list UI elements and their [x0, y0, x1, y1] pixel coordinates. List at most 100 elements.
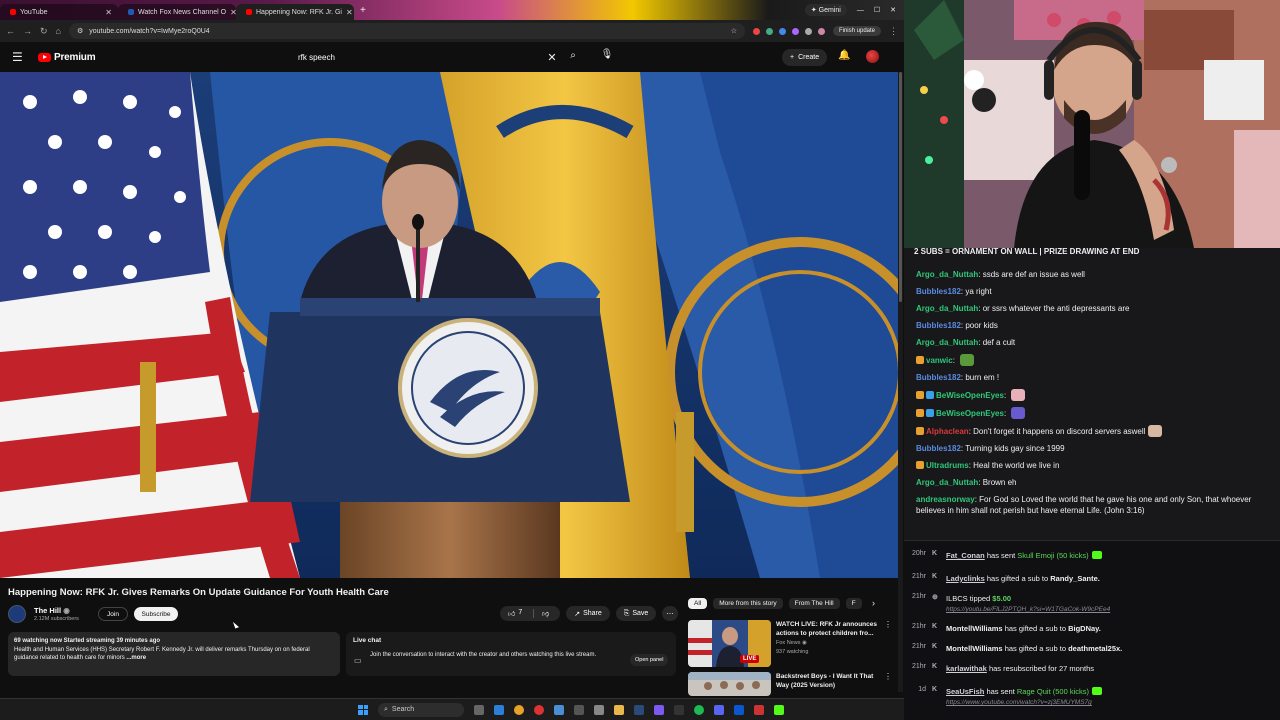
extension-icon[interactable]	[752, 27, 760, 35]
youtube-logo[interactable]: Premium	[38, 52, 96, 63]
description-box[interactable]: 69 watching now Started streaming 39 min…	[8, 632, 340, 676]
maximize-icon[interactable]: ☐	[874, 6, 880, 14]
event-user[interactable]: ILBCS	[946, 594, 968, 603]
app-icon[interactable]	[574, 704, 584, 715]
chat-username[interactable]: Bubbles182	[916, 444, 961, 453]
join-button[interactable]: Join	[98, 607, 128, 621]
chip-from-the-hill[interactable]: From The Hill	[788, 597, 840, 609]
app-icon[interactable]	[594, 704, 604, 715]
chrome-icon[interactable]	[514, 704, 524, 715]
steam-icon[interactable]	[634, 704, 644, 715]
event-user[interactable]: MontellWilliams	[946, 624, 1003, 633]
close-tab-icon[interactable]: ✕	[105, 8, 112, 17]
channel-name[interactable]: The Hill ◉	[34, 606, 70, 615]
profile-icon[interactable]	[817, 27, 825, 35]
more-options-icon[interactable]: ⋮	[884, 620, 892, 629]
chat-username[interactable]: andreasnorway	[916, 495, 975, 504]
search-input[interactable]	[290, 47, 544, 67]
extension-icon[interactable]	[765, 27, 773, 35]
edge-icon[interactable]	[494, 704, 504, 715]
tab-fox-news[interactable]: Watch Fox News Channel O ✕	[118, 4, 236, 20]
chat-username[interactable]: Bubbles182	[916, 373, 961, 382]
gemini-button[interactable]: ✦ Gemini	[804, 4, 847, 16]
kick-icon[interactable]	[774, 704, 784, 715]
site-info-icon[interactable]: ⚙	[77, 27, 83, 35]
url-field[interactable]: ⚙ youtube.com/watch?v=IwMye2roQ0U4 ☆	[68, 23, 745, 39]
search-icon[interactable]: ⌕	[566, 50, 580, 64]
subscribe-button[interactable]: Subscribe	[134, 607, 178, 621]
open-panel-button[interactable]: Open panel	[630, 654, 669, 666]
share-button[interactable]: ↗ Share	[566, 606, 610, 621]
app-icon[interactable]	[674, 704, 684, 715]
event-user[interactable]: karlawithak	[946, 664, 987, 673]
file-explorer-icon[interactable]	[614, 704, 624, 715]
reload-icon[interactable]: ↻	[40, 26, 48, 37]
chat-username[interactable]: Argo_da_Nuttah	[916, 338, 978, 347]
channel-avatar[interactable]	[8, 605, 26, 623]
windows-start-icon[interactable]	[358, 704, 368, 715]
back-icon[interactable]: ←	[6, 26, 15, 36]
app-icon[interactable]	[534, 704, 544, 715]
app-icon[interactable]	[734, 704, 744, 715]
app-icon[interactable]	[654, 704, 664, 715]
tab-youtube[interactable]: YouTube ✕	[0, 4, 118, 20]
recommendation-title[interactable]: WATCH LIVE: RFK Jr announces actions to …	[776, 621, 884, 639]
account-avatar[interactable]	[866, 50, 879, 63]
video-player[interactable]	[0, 72, 900, 578]
close-window-icon[interactable]: ✕	[890, 6, 896, 14]
recommendation-thumbnail[interactable]	[688, 672, 771, 696]
chat-username[interactable]: Argo_da_Nuttah	[916, 304, 978, 313]
recommendation-item[interactable]: LIVE WATCH LIVE: RFK Jr announces action…	[688, 620, 898, 670]
clear-search-icon[interactable]: ✕	[544, 51, 560, 64]
browser-menu-icon[interactable]: ⋮	[889, 26, 898, 37]
spotify-icon[interactable]	[694, 704, 704, 715]
create-button[interactable]: + Create	[782, 49, 828, 66]
more-actions-icon[interactable]: ⋯	[662, 606, 678, 621]
event-user[interactable]: MontellWilliams	[946, 644, 1003, 653]
minimize-icon[interactable]: —	[857, 7, 864, 14]
finish-update-button[interactable]: Finish update	[832, 26, 881, 36]
menu-icon[interactable]: ☰	[12, 50, 32, 64]
dislike-button[interactable]: 👎︎	[534, 609, 549, 618]
event-link[interactable]: https://youtu.be/FlLJ2PTQH_k?si=W1TGaCok…	[946, 604, 1280, 615]
more-options-icon[interactable]: ⋮	[884, 672, 892, 681]
event-user[interactable]: Fat_Conan	[946, 551, 985, 560]
bookmark-star-icon[interactable]: ☆	[731, 27, 737, 35]
taskbar-search[interactable]: ⌕ Search	[378, 702, 464, 717]
close-tab-icon[interactable]: ✕	[346, 8, 353, 17]
chat-username[interactable]: BeWiseOpenEyes	[936, 409, 1004, 418]
tab-happening-now[interactable]: Happening Now: RFK Jr. Gi ✕	[236, 4, 354, 20]
chat-username[interactable]: Bubbles182	[916, 321, 961, 330]
page-scrollbar[interactable]	[898, 72, 903, 692]
microphone-icon[interactable]: 🎙	[600, 49, 614, 63]
chat-username[interactable]: vanwic	[926, 356, 953, 365]
home-icon[interactable]: ⌂	[56, 26, 61, 36]
notifications-bell-icon[interactable]: 🔔	[838, 50, 850, 61]
new-tab-icon[interactable]: +	[360, 5, 366, 16]
chat-username[interactable]: BeWiseOpenEyes	[936, 391, 1004, 400]
save-button[interactable]: ⎘ Save	[616, 606, 656, 621]
chat-username[interactable]: Ultradrums	[926, 461, 969, 470]
like-button[interactable]: 👍︎ 7	[500, 609, 534, 618]
scrollbar-thumb[interactable]	[899, 72, 902, 302]
task-view-icon[interactable]	[474, 704, 484, 715]
event-user[interactable]: Ladyclinks	[946, 574, 985, 583]
chat-username[interactable]: Argo_da_Nuttah	[916, 270, 978, 279]
show-more-link[interactable]: ...more	[126, 655, 146, 661]
event-user[interactable]: SeaUsFish	[946, 687, 984, 696]
app-icon[interactable]	[754, 704, 764, 715]
chat-username[interactable]: Bubbles182	[916, 287, 961, 296]
chip-partial[interactable]: F	[845, 597, 862, 609]
chevron-right-icon[interactable]: ›	[872, 598, 875, 608]
recommendation-title[interactable]: Backstreet Boys - I Want It That Way (20…	[776, 673, 884, 691]
recommendation-thumbnail[interactable]: LIVE	[688, 620, 771, 667]
app-icon[interactable]	[554, 704, 564, 715]
chip-all[interactable]: All	[688, 597, 708, 609]
chat-username[interactable]: Alphaclean	[926, 427, 969, 436]
puzzle-icon[interactable]	[804, 27, 812, 35]
discord-icon[interactable]	[714, 704, 724, 715]
chip-more-from-story[interactable]: More from this story	[713, 597, 783, 609]
chat-username[interactable]: Argo_da_Nuttah	[916, 478, 978, 487]
forward-icon[interactable]: →	[23, 26, 32, 36]
extension-icon[interactable]	[791, 27, 799, 35]
